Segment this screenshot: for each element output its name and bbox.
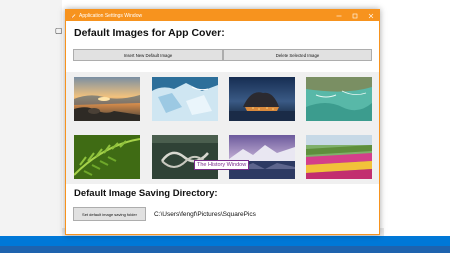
thumbnail-coastal-town[interactable] bbox=[229, 77, 295, 121]
thumbnail-flower-field[interactable] bbox=[306, 135, 372, 179]
app-icon bbox=[70, 13, 76, 18]
thumbnail-glacier[interactable] bbox=[152, 77, 218, 121]
maximize-button[interactable] bbox=[347, 10, 363, 21]
titlebar[interactable]: Application Settings Window bbox=[66, 10, 379, 21]
application-settings-window: Application Settings Window Default Imag… bbox=[65, 9, 380, 235]
background-window-right bbox=[384, 0, 450, 253]
window-title: Application Settings Window bbox=[79, 12, 143, 19]
cover-section-heading: Default Images for App Cover: bbox=[74, 27, 225, 39]
delete-selected-image-button[interactable]: Delete Selected Image bbox=[223, 49, 372, 61]
minimize-button[interactable] bbox=[331, 10, 347, 21]
saving-section-heading: Default Image Saving Directory: bbox=[74, 188, 218, 199]
maximize-icon bbox=[352, 13, 358, 18]
window-controls bbox=[331, 10, 379, 21]
close-icon bbox=[368, 13, 374, 18]
thumbnail-green-fern[interactable] bbox=[74, 135, 140, 179]
thumbnail-sunset-lake[interactable] bbox=[74, 77, 140, 121]
set-saving-folder-button[interactable]: Set default image saving folder bbox=[73, 207, 146, 221]
thumbnail-snowy-mountain-lake[interactable] bbox=[229, 135, 295, 179]
history-window-tooltip: The History Window bbox=[194, 160, 250, 170]
taskbar-lower bbox=[0, 246, 450, 253]
background-window-left bbox=[0, 0, 62, 253]
saving-directory-path: C:\Users\fengf\Pictures\SquarePics bbox=[154, 211, 256, 218]
insert-default-image-button[interactable]: Insert New Default Image bbox=[73, 49, 223, 61]
close-button[interactable] bbox=[363, 10, 379, 21]
thumbnail-aerial-road[interactable] bbox=[152, 135, 218, 179]
thumbnail-turquoise-bay[interactable] bbox=[306, 77, 372, 121]
background-window-icon: ▢ bbox=[55, 26, 63, 35]
minimize-icon bbox=[336, 15, 342, 16]
